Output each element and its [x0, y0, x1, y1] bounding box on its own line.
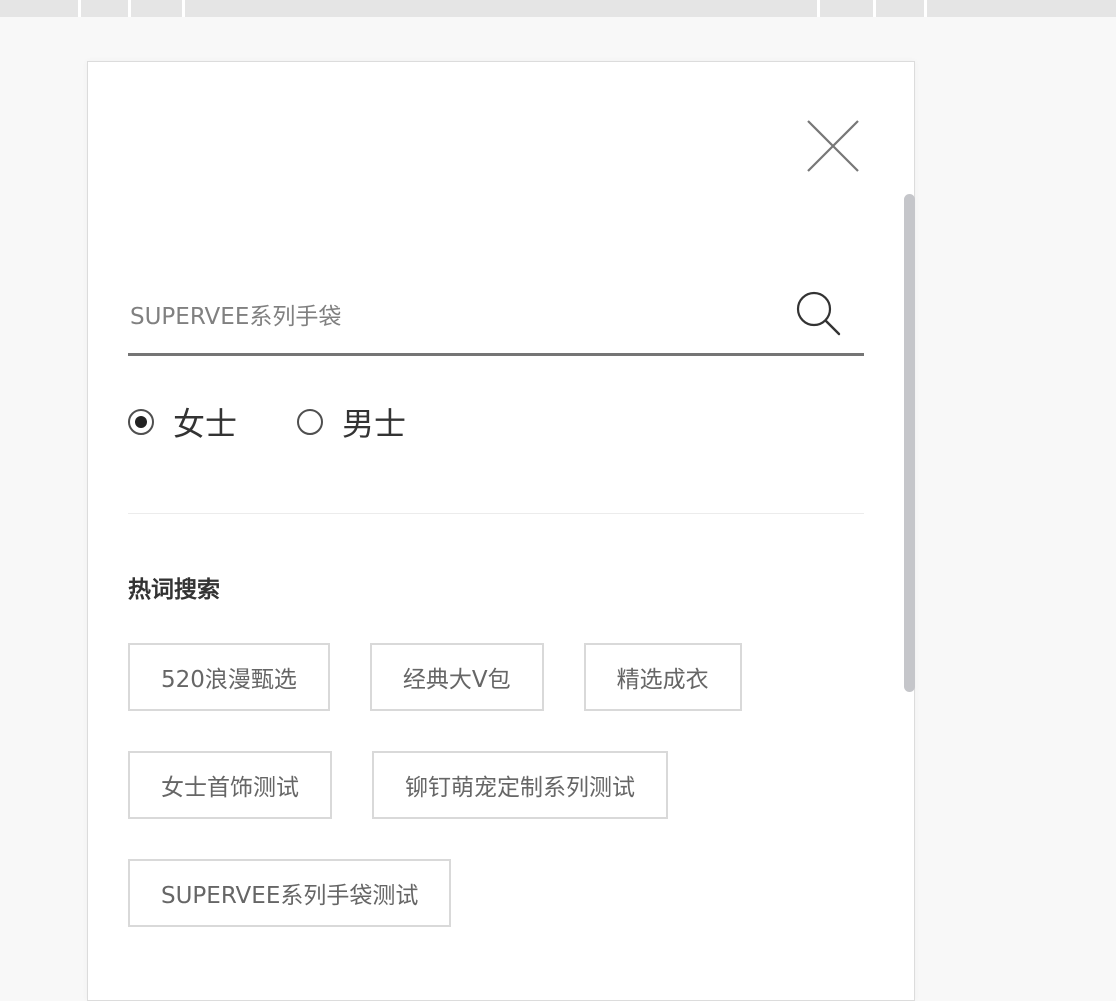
top-strip-divider — [924, 0, 927, 17]
gender-option-male[interactable]: 男士 — [297, 399, 406, 445]
search-input[interactable] — [128, 282, 782, 352]
radio-button-checked[interactable] — [128, 409, 154, 435]
background-top-strip — [0, 0, 1116, 17]
section-divider — [128, 513, 864, 514]
top-strip-divider — [873, 0, 876, 17]
gender-radio-group: 女士 男士 — [128, 400, 466, 444]
close-icon — [807, 120, 859, 172]
search-panel: 女士 男士 热词搜索 520浪漫甄选 经典大V包 精选成衣 女士首饰测试 铆钉萌… — [87, 61, 915, 1001]
hot-search-tag[interactable]: 520浪漫甄选 — [128, 643, 330, 711]
scrollbar-thumb[interactable] — [904, 194, 915, 692]
hot-search-tag[interactable]: 女士首饰测试 — [128, 751, 332, 819]
top-strip-divider — [182, 0, 185, 17]
scrollbar[interactable] — [903, 194, 916, 692]
hot-search-tag[interactable]: SUPERVEE系列手袋测试 — [128, 859, 452, 927]
top-strip-divider — [817, 0, 820, 17]
gender-option-female[interactable]: 女士 — [128, 399, 237, 445]
hot-search-tags: 520浪漫甄选 经典大V包 精选成衣 女士首饰测试 铆钉萌宠定制系列测试 SUP… — [128, 643, 888, 927]
hot-search-tag[interactable]: 经典大V包 — [369, 643, 544, 711]
gender-option-label: 女士 — [173, 405, 238, 443]
hot-search-title: 热词搜索 — [128, 577, 220, 603]
hot-search-tag[interactable]: 铆钉萌宠定制系列测试 — [372, 751, 668, 819]
gender-option-label: 男士 — [342, 405, 407, 443]
top-strip-divider — [78, 0, 81, 17]
search-bar — [128, 282, 864, 356]
top-strip-divider — [128, 0, 131, 17]
radio-button-unchecked[interactable] — [297, 409, 324, 435]
hot-search-tag[interactable]: 精选成衣 — [583, 643, 742, 711]
search-icon[interactable] — [796, 291, 842, 337]
close-button[interactable] — [806, 119, 860, 173]
